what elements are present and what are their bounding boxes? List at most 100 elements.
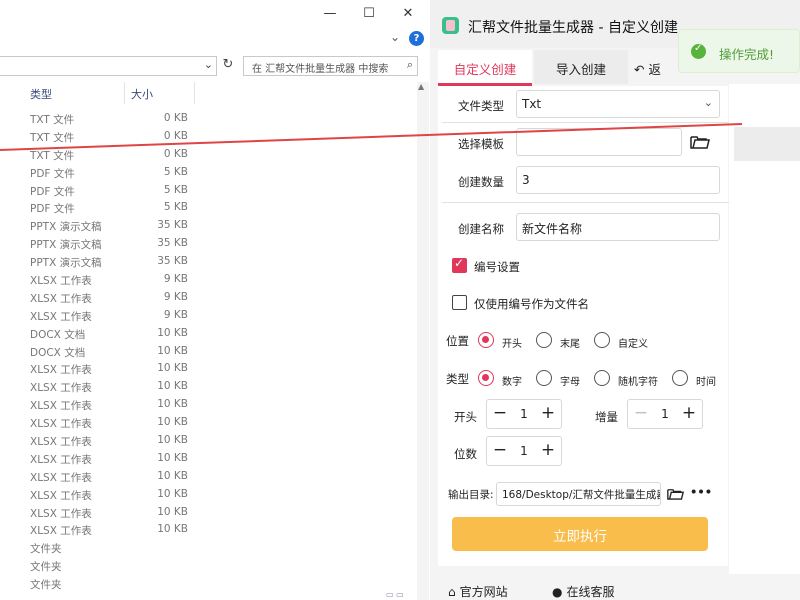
file-row[interactable]: 文件夹 [0, 557, 420, 575]
close-button[interactable]: ✕ [398, 6, 418, 21]
position-radio-custom[interactable] [594, 332, 610, 348]
numbering-checkbox[interactable] [452, 256, 467, 273]
file-size-cell: 10 KB [157, 362, 188, 375]
file-row[interactable]: XLSX 工作表 10 KB [0, 521, 420, 539]
settings-panel: 文件类型 Txt ⌄ 选择模板 创建数量 3 创建名称 新文件名称 编号设置 仅 [438, 86, 732, 566]
name-input[interactable]: 新文件名称 [516, 213, 720, 241]
file-row[interactable]: PDF 文件 5 KB [0, 182, 420, 200]
numbering-label: 编号设置 [474, 260, 520, 274]
use-number-only-label: 仅使用编号作为文件名 [474, 297, 589, 311]
file-size-cell: 9 KB [163, 273, 188, 286]
position-label: 位置 [446, 334, 469, 348]
file-row[interactable]: 文件夹 [0, 575, 420, 593]
file-type-cell: XLSX 工作表 [30, 507, 92, 520]
file-row[interactable]: XLSX 工作表 10 KB [0, 468, 420, 486]
success-toast: 操作完成! [678, 29, 800, 73]
output-path-input[interactable]: 168/Desktop/汇帮文件批量生成器 [496, 482, 661, 506]
file-row[interactable]: XLSX 工作表 10 KB [0, 450, 420, 468]
position-radio-end[interactable] [536, 332, 552, 348]
file-type-cell: XLSX 工作表 [30, 292, 92, 305]
file-size-cell: 0 KB [163, 112, 188, 124]
type-radio-time[interactable] [672, 370, 688, 386]
type-radio-letter[interactable] [536, 370, 552, 386]
file-size-cell: 10 KB [157, 434, 188, 447]
increment-stepper[interactable]: − 1 + [627, 399, 703, 429]
chevron-down-icon[interactable]: ⌄ [204, 58, 213, 71]
increment-button[interactable]: + [540, 440, 556, 460]
use-number-only-checkbox[interactable] [452, 295, 467, 310]
digits-stepper[interactable]: − 1 + [486, 436, 562, 466]
file-row[interactable]: XLSX 工作表 9 KB [0, 271, 420, 289]
address-bar[interactable]: ⌄ [0, 56, 217, 76]
start-stepper[interactable]: − 1 + [486, 399, 562, 429]
position-option-label: 自定义 [618, 339, 648, 350]
refresh-icon[interactable]: ↻ [219, 57, 237, 75]
count-input[interactable]: 3 [516, 166, 720, 194]
file-row[interactable]: DOCX 文档 10 KB [0, 325, 420, 343]
minimize-button[interactable]: — [320, 6, 340, 21]
type-option-label: 字母 [560, 377, 580, 388]
decrement-button[interactable]: − [633, 403, 649, 423]
file-row[interactable]: XLSX 工作表 10 KB [0, 432, 420, 450]
type-radio-number[interactable] [478, 370, 494, 386]
file-row[interactable]: PDF 文件 5 KB [0, 164, 420, 182]
file-row[interactable]: PDF 文件 5 KB [0, 199, 420, 217]
vertical-scrollbar[interactable] [417, 82, 429, 600]
file-row[interactable]: PPTX 演示文稿 35 KB [0, 217, 420, 235]
more-options-icon[interactable]: ••• [690, 485, 712, 499]
template-input[interactable] [516, 128, 682, 156]
tab-import-create[interactable]: 导入创建 [534, 50, 628, 84]
file-row[interactable]: XLSX 工作表 10 KB [0, 486, 420, 504]
file-row[interactable]: XLSX 工作表 9 KB [0, 289, 420, 307]
name-label: 创建名称 [458, 222, 504, 236]
count-label: 创建数量 [458, 175, 504, 189]
file-type-cell: XLSX 工作表 [30, 364, 92, 377]
increment-button[interactable]: + [681, 403, 697, 423]
file-row[interactable]: DOCX 文档 10 KB [0, 343, 420, 361]
file-type-cell: PPTX 演示文稿 [30, 221, 102, 234]
file-size-cell: 10 KB [157, 487, 188, 500]
position-radio-start[interactable] [478, 332, 494, 348]
file-row[interactable]: XLSX 工作表 10 KB [0, 396, 420, 414]
search-input[interactable]: 在 汇帮文件批量生成器 中搜索 ⌕ [243, 56, 418, 76]
file-type-select[interactable]: Txt ⌄ [516, 90, 720, 118]
file-row[interactable]: XLSX 工作表 10 KB [0, 414, 420, 432]
file-row[interactable]: XLSX 工作表 10 KB [0, 378, 420, 396]
type-radio-random[interactable] [594, 370, 610, 386]
file-type-cell: XLSX 工作表 [30, 275, 92, 288]
file-row[interactable]: 文件夹 [0, 539, 420, 557]
file-size-cell: 9 KB [163, 308, 188, 321]
official-website-link[interactable]: ⌂ 官方网站 [448, 583, 508, 600]
file-row[interactable]: TXT 文件 0 KB [0, 146, 420, 164]
online-support-link[interactable]: ● 在线客服 [552, 583, 615, 600]
file-size-cell: 10 KB [157, 326, 188, 339]
view-toggle-icons[interactable]: ▭ ▭ [386, 590, 428, 600]
column-header-type[interactable]: 类型 [30, 86, 52, 102]
folder-icon[interactable] [667, 487, 684, 501]
maximize-button[interactable]: ☐ [359, 6, 379, 21]
digits-value: 1 [520, 444, 528, 458]
help-icon[interactable]: ? [409, 31, 424, 46]
file-row[interactable]: TXT 文件 0 KB [0, 128, 420, 146]
decrement-button[interactable]: − [492, 440, 508, 460]
decrement-button[interactable]: − [492, 403, 508, 423]
folder-icon[interactable] [690, 134, 710, 150]
scroll-up-arrow-icon[interactable]: ▲ [418, 82, 424, 91]
file-row[interactable]: PPTX 演示文稿 35 KB [0, 235, 420, 253]
file-row[interactable]: TXT 文件 0 KB [0, 110, 420, 128]
file-row[interactable]: PPTX 演示文稿 35 KB [0, 253, 420, 271]
type-option-label: 时间 [696, 377, 716, 388]
file-row[interactable]: XLSX 工作表 9 KB [0, 307, 420, 325]
file-size-cell: 5 KB [163, 201, 188, 214]
run-button[interactable]: 立即执行 [452, 517, 708, 551]
back-button[interactable]: ↶ 返 [634, 59, 661, 78]
column-header-size[interactable]: 大小 [131, 86, 153, 102]
tab-custom-create[interactable]: 自定义创建 [438, 50, 532, 86]
collapse-ribbon-icon[interactable]: ⌄ [390, 30, 400, 44]
file-row[interactable]: XLSX 工作表 10 KB [0, 360, 420, 378]
column-divider[interactable] [124, 82, 125, 104]
column-divider[interactable] [194, 82, 195, 104]
file-row[interactable]: XLSX 工作表 10 KB [0, 504, 420, 522]
increment-button[interactable]: + [540, 403, 556, 423]
divider [442, 122, 732, 123]
